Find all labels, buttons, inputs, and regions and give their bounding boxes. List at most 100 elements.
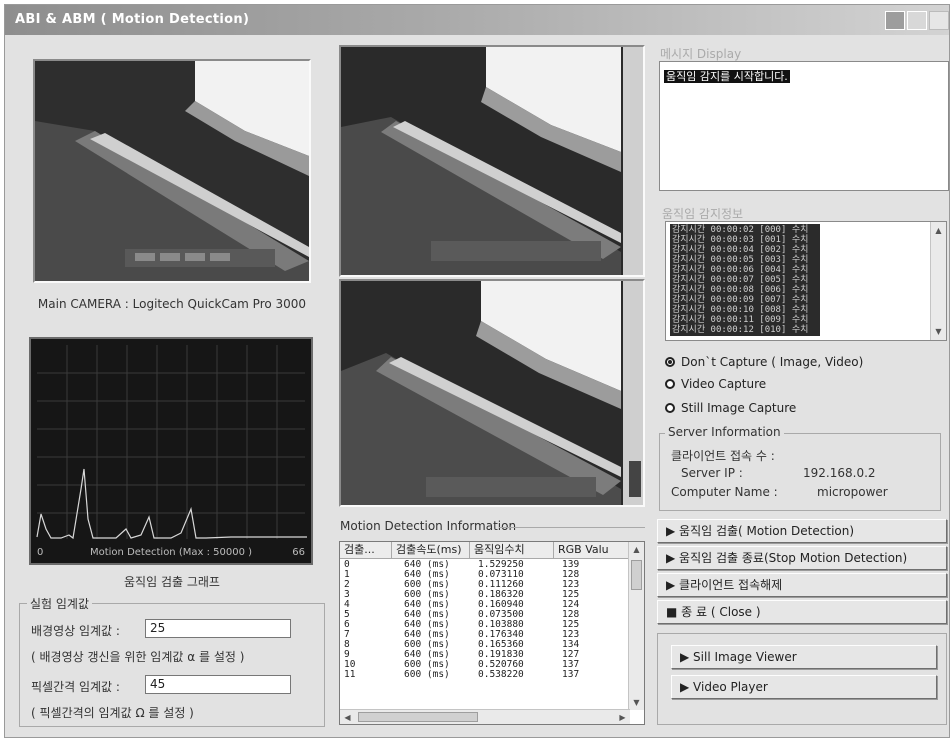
table-cell: 0.103880 xyxy=(478,620,524,630)
detect-log-line: 감지시간 00:00:06 [004] 수치 xyxy=(672,265,809,275)
scroll-up-icon[interactable]: ▲ xyxy=(630,543,643,556)
radio-dot-icon[interactable] xyxy=(665,403,675,413)
message-title: 메시지 Display xyxy=(660,47,742,61)
detect-info-lines: 감지시간 00:00:02 [000] 수치 감지시간 00:00:03 [001… xyxy=(670,224,820,336)
table-cell: 600 (ms) xyxy=(404,580,450,590)
bg-threshold-input[interactable]: 25 xyxy=(145,619,291,638)
motion-info-divider xyxy=(499,527,645,528)
table-row[interactable]: 3 600 (ms) 0.186320 125 xyxy=(340,590,630,600)
message-display: 움직임 감지를 시작합니다. xyxy=(659,61,949,191)
detect-info-log[interactable]: 감지시간 00:00:02 [000] 수치 감지시간 00:00:03 [001… xyxy=(665,221,947,341)
table-cell: 134 xyxy=(562,640,580,650)
threshold-group-title: 실험 임계값 xyxy=(27,595,93,612)
table-cell: 0.186320 xyxy=(478,590,524,600)
table-cell: 137 xyxy=(562,660,580,670)
camera-image xyxy=(35,61,309,281)
table-cell: 640 (ms) xyxy=(404,650,450,660)
graph-axis-max: 66 xyxy=(292,547,305,558)
still-image-viewer-button[interactable]: ▶ Sill Image Viewer xyxy=(671,645,937,669)
table-cell: 6 xyxy=(344,620,350,630)
table-row[interactable]: 10 600 (ms) 0.520760 137 xyxy=(340,660,630,670)
column-header-motion[interactable]: 움직임수치 xyxy=(470,542,554,559)
title-bar[interactable]: ABI & ABM ( Motion Detection) xyxy=(5,5,949,35)
detect-log-line: 감지시간 00:00:10 [008] 수치 xyxy=(672,305,809,315)
pixel-threshold-input[interactable]: 45 xyxy=(145,675,291,694)
table-row[interactable]: 11 600 (ms) 0.538220 137 xyxy=(340,670,630,680)
video-player-button[interactable]: ▶ Video Player xyxy=(671,675,937,699)
table-cell: 600 (ms) xyxy=(404,660,450,670)
table-cell: 1 xyxy=(344,570,350,580)
table-cell: 137 xyxy=(562,670,580,680)
table-vertical-thumb[interactable] xyxy=(631,560,642,590)
table-cell: 11 xyxy=(344,670,356,680)
maximize-icon[interactable] xyxy=(907,11,927,30)
table-cell: 640 (ms) xyxy=(404,610,450,620)
table-cell: 128 xyxy=(562,570,580,580)
server-ip-value: 192.168.0.2 xyxy=(803,466,876,480)
processed-view-top xyxy=(339,45,645,277)
main-camera-view xyxy=(33,59,311,283)
table-row[interactable]: 1 640 (ms) 0.073110 128 xyxy=(340,570,630,580)
table-row[interactable]: 8 600 (ms) 0.165360 134 xyxy=(340,640,630,650)
close-icon[interactable] xyxy=(929,11,949,30)
minimize-icon[interactable] xyxy=(885,11,905,30)
scroll-right-icon[interactable]: ▶ xyxy=(616,711,629,724)
scroll-left-icon[interactable]: ◀ xyxy=(341,711,354,724)
processed-view-bottom xyxy=(339,279,645,507)
detect-log-scrollbar[interactable]: ▲ ▼ xyxy=(930,222,946,340)
motion-graph: 0 Motion Detection (Max : 50000 ) 66 xyxy=(29,337,313,565)
table-row[interactable]: 7 640 (ms) 0.176340 123 xyxy=(340,630,630,640)
table-horizontal-scrollbar[interactable]: ◀ ▶ xyxy=(340,709,630,724)
table-vertical-scrollbar[interactable]: ▲ ▼ xyxy=(628,542,644,710)
table-cell: 0.111260 xyxy=(478,580,524,590)
detect-info-title: 움직임 감지정보 xyxy=(662,207,744,221)
table-cell: 139 xyxy=(562,560,580,570)
table-row[interactable]: 5 640 (ms) 0.073500 128 xyxy=(340,610,630,620)
table-cell: 640 (ms) xyxy=(404,560,450,570)
camera-caption: Main CAMERA : Logitech QuickCam Pro 3000 xyxy=(37,297,307,311)
radio-dot-icon[interactable] xyxy=(665,357,675,367)
table-row[interactable]: 2 600 (ms) 0.111260 123 xyxy=(340,580,630,590)
detect-log-line: 감지시간 00:00:07 [005] 수치 xyxy=(672,275,809,285)
table-horizontal-thumb[interactable] xyxy=(358,712,478,722)
message-text: 움직임 감지를 시작합니다. xyxy=(664,70,790,83)
table-row[interactable]: 4 640 (ms) 0.160940 124 xyxy=(340,600,630,610)
radio-still-capture[interactable]: Still Image Capture xyxy=(665,401,796,415)
column-header-index[interactable]: 검출... xyxy=(340,542,392,559)
column-header-rgb[interactable]: RGB Valu xyxy=(554,542,630,559)
radio-dont-capture[interactable]: Don`t Capture ( Image, Video) xyxy=(665,355,863,369)
table-header: 검출... 검출속도(ms) 움직임수치 RGB Valu xyxy=(340,542,630,559)
scroll-down-icon[interactable]: ▼ xyxy=(932,325,945,338)
table-cell: 125 xyxy=(562,590,580,600)
scroll-up-icon[interactable]: ▲ xyxy=(932,224,945,237)
table-row[interactable]: 6 640 (ms) 0.103880 125 xyxy=(340,620,630,630)
table-cell: 0.520760 xyxy=(478,660,524,670)
table-cell: 127 xyxy=(562,650,580,660)
table-row[interactable]: 9 640 (ms) 0.191830 127 xyxy=(340,650,630,660)
radio-video-capture[interactable]: Video Capture xyxy=(665,377,766,391)
motion-info-table[interactable]: 검출... 검출속도(ms) 움직임수치 RGB Valu 0 640 (ms) 1… xyxy=(339,541,645,725)
start-detection-button[interactable]: ▶ 움직임 검출( Motion Detection) xyxy=(657,519,947,543)
stop-detection-button[interactable]: ▶ 움직임 검출 종료(Stop Motion Detection) xyxy=(657,546,947,570)
processed-image-bottom xyxy=(341,281,643,505)
detect-log-line: 감지시간 00:00:02 [000] 수치 xyxy=(672,225,809,235)
detect-log-line: 감지시간 00:00:03 [001] 수치 xyxy=(672,235,809,245)
table-cell: 1.529250 xyxy=(478,560,524,570)
radio-label: Video Capture xyxy=(681,377,767,391)
app-window: ABI & ABM ( Motion Detection) Main CAMER… xyxy=(4,4,950,738)
table-row[interactable]: 0 640 (ms) 1.529250 139 xyxy=(340,560,630,570)
scroll-down-icon[interactable]: ▼ xyxy=(630,696,643,709)
disconnect-client-button[interactable]: ▶ 클라이언트 접속해제 xyxy=(657,573,947,597)
detect-log-line: 감지시간 00:00:08 [006] 수치 xyxy=(672,285,809,295)
close-button[interactable]: ■ 종 료 ( Close ) xyxy=(657,600,947,624)
table-cell: 0.538220 xyxy=(478,670,524,680)
column-header-speed[interactable]: 검출속도(ms) xyxy=(392,542,470,559)
table-cell: 600 (ms) xyxy=(404,590,450,600)
table-cell: 7 xyxy=(344,630,350,640)
processed-image-top xyxy=(341,47,643,275)
table-cell: 5 xyxy=(344,610,350,620)
table-body: 0 640 (ms) 1.529250 139 1 640 (ms) 0.073110 128… xyxy=(340,560,630,710)
radio-dot-icon[interactable] xyxy=(665,379,675,389)
detect-log-line: 감지시간 00:00:11 [009] 수치 xyxy=(672,315,809,325)
motion-info-title: Motion Detection Information xyxy=(340,519,517,533)
